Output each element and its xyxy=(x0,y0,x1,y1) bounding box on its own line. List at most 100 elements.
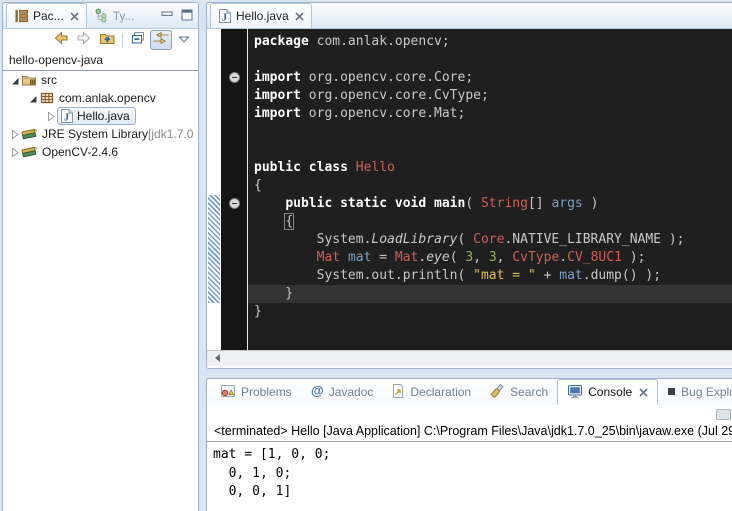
tree-expand-arrow[interactable] xyxy=(45,111,57,122)
console-icon xyxy=(567,383,583,402)
tab-label: Console xyxy=(588,385,632,399)
forward-button[interactable] xyxy=(73,30,95,50)
collapse-all-icon xyxy=(130,30,146,51)
range-indicator xyxy=(208,195,220,303)
tree-expand-arrow[interactable] xyxy=(9,129,21,140)
collapse-all-button[interactable] xyxy=(127,30,149,50)
package-explorer-icon xyxy=(14,9,29,23)
library-icon xyxy=(21,126,38,142)
editor-horizontal-scrollbar[interactable] xyxy=(207,350,732,366)
console-toolbar-area xyxy=(207,405,732,421)
project-tree: hello-opencv-java srccom.anlak.opencv JHe… xyxy=(3,51,198,161)
tab-label: Declaration xyxy=(410,385,471,399)
tree-item[interactable]: OpenCV-2.4.6 xyxy=(3,143,198,161)
code-line: { xyxy=(248,213,732,231)
tree-item-label: src xyxy=(41,73,57,87)
type-hierarchy-icon xyxy=(94,8,109,23)
package-explorer-tabbar: Pac... Ty... xyxy=(3,3,198,29)
tab-label: Bug Explorer xyxy=(681,385,732,399)
tree-item[interactable]: src xyxy=(3,71,198,89)
tree-item-label: com.anlak.opencv xyxy=(59,91,156,105)
svg-text:@: @ xyxy=(311,383,324,398)
bottom-view-tabbar: Problems @ Javadoc Declaration Search Console… xyxy=(207,379,732,405)
tab-type-hierarchy[interactable]: Ty... xyxy=(87,3,142,28)
library-icon xyxy=(21,144,38,160)
code-editor[interactable]: package com.anlak.opencv;import org.open… xyxy=(248,29,732,350)
bug-icon xyxy=(667,385,676,399)
tree-root-project[interactable]: hello-opencv-java xyxy=(3,51,198,71)
tab-package-explorer[interactable]: Pac... xyxy=(6,3,87,28)
tab-search[interactable]: Search xyxy=(480,379,557,405)
fold-marker-icon[interactable] xyxy=(229,72,240,83)
code-line xyxy=(248,141,732,159)
javadoc-icon: @ xyxy=(310,383,324,401)
tab-label: Search xyxy=(510,385,548,399)
search-icon xyxy=(489,383,505,402)
view-menu-button[interactable] xyxy=(173,30,195,50)
tree-item-label: Hello.java xyxy=(77,109,130,123)
scroll-left-icon[interactable] xyxy=(215,354,220,362)
tree-expand-arrow[interactable] xyxy=(9,75,21,86)
tab-type-hierarchy-label: Ty... xyxy=(113,9,135,23)
up-icon xyxy=(99,30,116,51)
console-view: Problems @ Javadoc Declaration Search Console… xyxy=(206,378,732,511)
tree-item-label: JRE System Library xyxy=(42,127,148,141)
code-line: public class Hello xyxy=(248,159,732,177)
code-line: { xyxy=(248,177,732,195)
tree-item[interactable]: com.anlak.opencv xyxy=(3,89,198,107)
fold-marker-icon[interactable] xyxy=(229,198,240,209)
toolbar-separator xyxy=(122,33,123,48)
tree-expand-arrow[interactable] xyxy=(27,93,39,104)
console-title: <terminated> Hello [Java Application] C:… xyxy=(207,421,732,442)
tab-label: Problems xyxy=(241,385,292,399)
tree-selection: JHello.java xyxy=(57,107,136,125)
forward-icon xyxy=(76,30,92,51)
editor-tabbar: J Hello.java xyxy=(207,3,732,29)
maximize-button[interactable] xyxy=(178,7,195,22)
link-with-editor-button[interactable] xyxy=(150,30,172,50)
eclipse-window: Pac... Ty... hello-opencv-java srccom.an… xyxy=(0,0,732,511)
java-file-icon: J xyxy=(218,8,232,24)
link-with-editor-icon xyxy=(152,30,170,51)
package-icon xyxy=(39,90,55,106)
tree-item[interactable]: JHello.java xyxy=(3,107,198,125)
code-line: System.LoadLibrary( Core.NATIVE_LIBRARY_… xyxy=(248,231,732,249)
tree-item-decoration: [jdk1.7.0 xyxy=(148,127,193,141)
fold-gutter[interactable] xyxy=(221,29,248,350)
code-line: } xyxy=(248,303,732,321)
vertical-ruler[interactable] xyxy=(207,29,221,350)
code-line xyxy=(248,123,732,141)
close-icon[interactable] xyxy=(295,12,304,21)
console-toolbar-button[interactable] xyxy=(716,409,731,420)
up-button[interactable] xyxy=(96,30,118,50)
editor-tab-label: Hello.java xyxy=(236,9,289,23)
console-output: mat = [1, 0, 0; 0, 1, 0; 0, 0, 1] xyxy=(207,442,732,506)
editor-area: J Hello.java package com.anlak.opencv;im… xyxy=(206,2,732,369)
java-file-icon: J xyxy=(60,108,74,124)
code-line: public static void main( String[] args ) xyxy=(248,195,732,213)
tabbar-spacer xyxy=(141,3,158,28)
tree-expand-arrow[interactable] xyxy=(9,147,21,158)
tab-declaration[interactable]: Declaration xyxy=(382,379,480,405)
tab-bug-explorer[interactable]: Bug Explorer xyxy=(658,379,732,405)
tab-label: Javadoc xyxy=(329,385,374,399)
tab-console[interactable]: Console xyxy=(557,379,658,405)
tree-item[interactable]: JRE System Library [jdk1.7.0 xyxy=(3,125,198,143)
back-button[interactable] xyxy=(50,30,72,50)
tab-package-explorer-label: Pac... xyxy=(33,9,64,23)
svg-text:J: J xyxy=(222,13,227,24)
close-icon[interactable] xyxy=(639,388,648,397)
tab-javadoc[interactable]: @ Javadoc xyxy=(301,379,383,405)
back-icon xyxy=(53,30,69,51)
tab-hello-java-editor[interactable]: J Hello.java xyxy=(210,3,312,28)
declaration-icon xyxy=(391,383,405,402)
code-line: } xyxy=(248,285,732,303)
code-line: package com.anlak.opencv; xyxy=(248,33,732,51)
tab-problems[interactable]: Problems xyxy=(211,379,301,405)
minimize-button[interactable] xyxy=(158,7,175,22)
tree-item-label: OpenCV-2.4.6 xyxy=(42,145,118,159)
close-icon[interactable] xyxy=(70,12,79,21)
tree-items: srccom.anlak.opencvJHello.javaJRE System… xyxy=(3,71,198,161)
package-explorer-toolbar xyxy=(3,29,198,51)
problems-icon xyxy=(220,383,236,402)
